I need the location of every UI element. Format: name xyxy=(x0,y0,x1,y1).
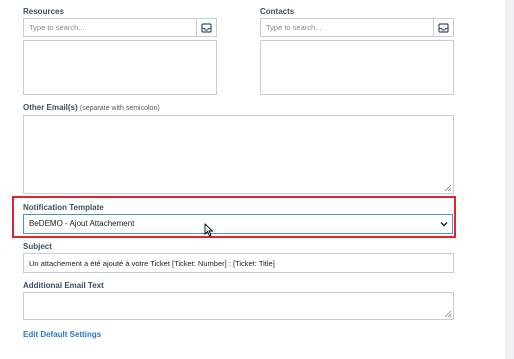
contacts-search-input[interactable]: Type to search... xyxy=(260,18,454,37)
resources-label: Resources xyxy=(23,7,64,16)
contacts-label: Contacts xyxy=(260,7,295,16)
resize-grip-icon[interactable] xyxy=(444,184,452,192)
subject-label: Subject xyxy=(23,242,52,251)
other-emails-label: Other Email(s) (separate with semicolon) xyxy=(23,103,160,112)
resize-grip-icon[interactable] xyxy=(444,310,452,318)
inbox-icon xyxy=(438,22,449,33)
form-panel: Resources Type to search... Contacts Typ… xyxy=(0,0,505,359)
contacts-picker-button[interactable] xyxy=(433,19,453,36)
contacts-search-placeholder: Type to search... xyxy=(266,23,322,32)
mouse-cursor-icon xyxy=(204,223,214,237)
other-emails-label-text: Other Email(s) xyxy=(23,103,78,112)
contacts-list[interactable] xyxy=(260,40,454,95)
resources-picker-button[interactable] xyxy=(196,19,216,36)
other-emails-hint: (separate with semicolon) xyxy=(79,105,160,112)
subject-input[interactable]: Un attachement a été ajouté à votre Tick… xyxy=(23,253,454,273)
window-edge xyxy=(505,0,514,359)
other-emails-textarea[interactable] xyxy=(23,115,454,194)
resources-search-placeholder: Type to search... xyxy=(29,23,85,32)
additional-email-text-label: Additional Email Text xyxy=(23,281,104,290)
additional-email-text-textarea[interactable] xyxy=(23,292,454,320)
resources-list[interactable] xyxy=(23,40,217,95)
highlight-box xyxy=(12,196,456,238)
edit-default-settings-link[interactable]: Edit Default Settings xyxy=(23,330,101,339)
resources-search-input[interactable]: Type to search... xyxy=(23,18,217,37)
subject-value: Un attachement a été ajouté à votre Tick… xyxy=(29,259,275,268)
inbox-icon xyxy=(201,22,212,33)
